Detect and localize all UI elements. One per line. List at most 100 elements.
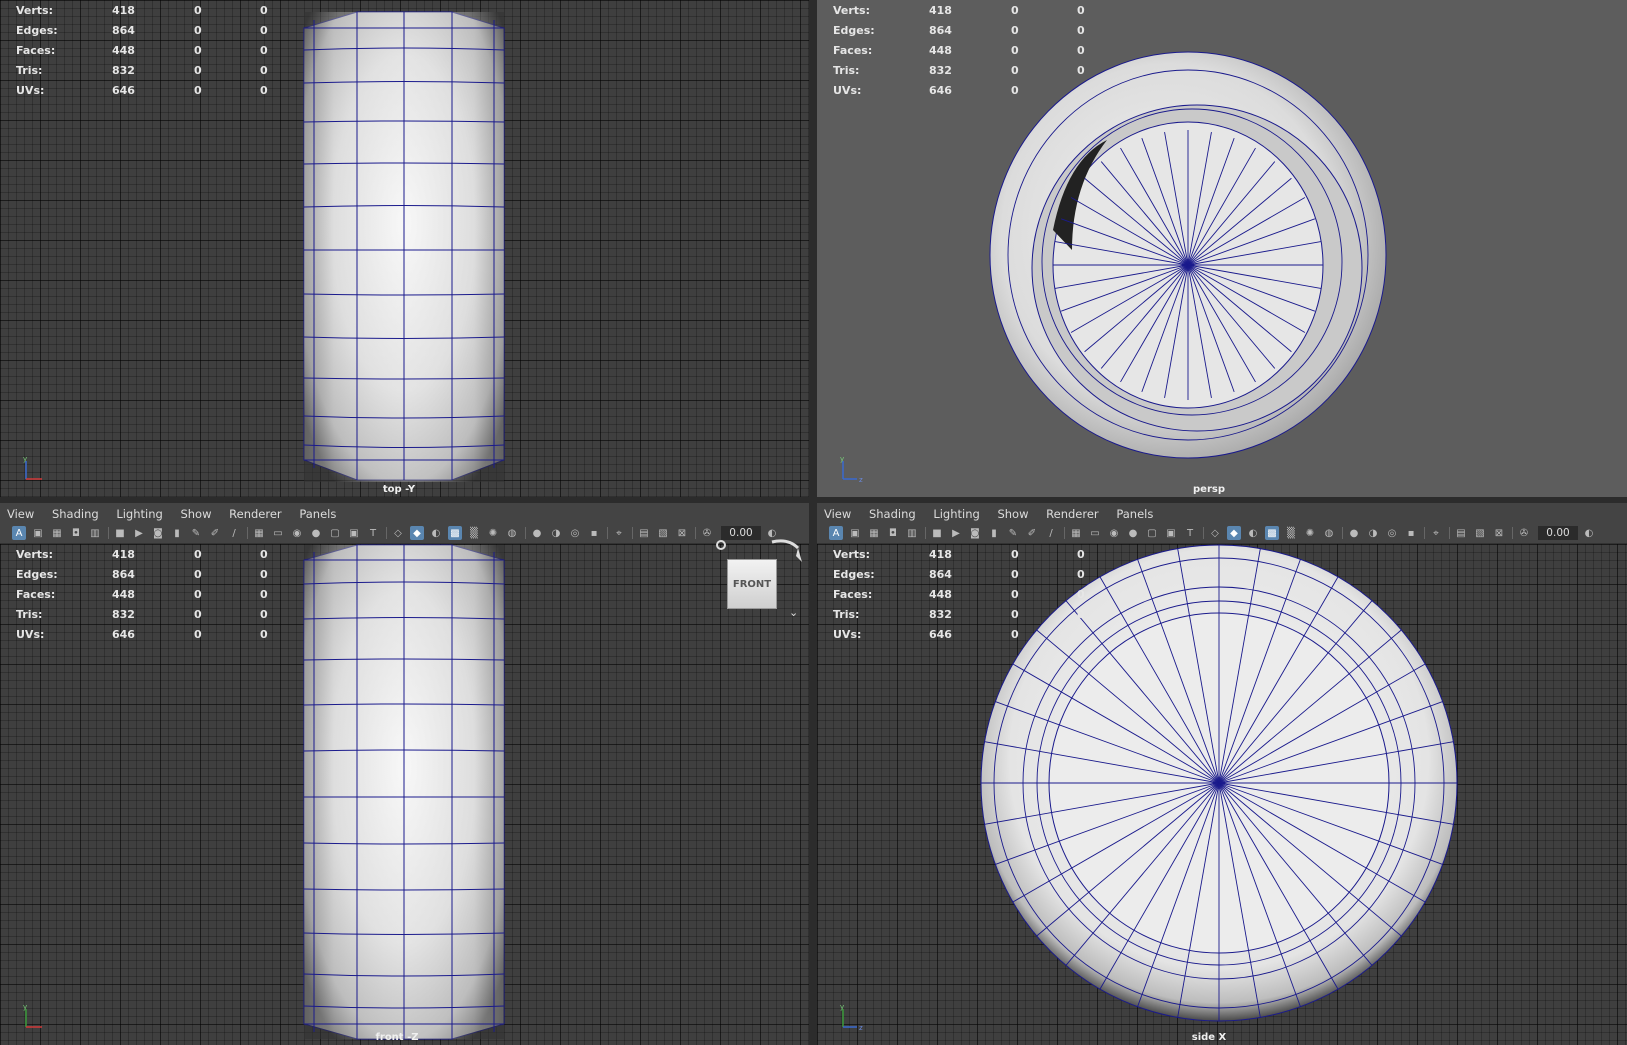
menu-view[interactable]: View [824, 503, 851, 521]
select-camera-icon[interactable]: A [12, 526, 26, 540]
camera-icon[interactable]: ■ [113, 526, 127, 540]
menu-panels[interactable]: Panels [1116, 503, 1153, 521]
bookmark-camera-icon[interactable]: ◙ [968, 526, 982, 540]
home-icon[interactable] [716, 540, 726, 550]
wireframe-icon[interactable]: ◇ [1208, 526, 1222, 540]
view-cube[interactable]: FRONT [727, 559, 777, 609]
resolution-gate-icon[interactable]: ◉ [1107, 526, 1121, 540]
menu-shading[interactable]: Shading [52, 503, 99, 521]
hud-row: Tris: 832 0 0 [833, 604, 1097, 624]
pencil-icon[interactable]: / [227, 526, 241, 540]
panel-divider-vertical[interactable] [809, 0, 817, 1045]
exposure-icon[interactable]: ✇ [1517, 526, 1531, 540]
menu-show[interactable]: Show [997, 503, 1028, 521]
resolution-gate-icon[interactable]: ◉ [290, 526, 304, 540]
isolate-select-icon[interactable]: ⌖ [1429, 526, 1443, 540]
film-gate-icon[interactable]: ▭ [1088, 526, 1102, 540]
motion-blur-icon[interactable]: ◑ [1366, 526, 1380, 540]
bounding-icon[interactable]: ⊠ [675, 526, 689, 540]
bookmark-camera-icon[interactable]: ◙ [151, 526, 165, 540]
wire-on-shaded-icon[interactable]: ▩ [448, 526, 462, 540]
gate-mask-icon[interactable]: ● [1126, 526, 1140, 540]
camera-label-front: front -Z [375, 1032, 419, 1043]
xray-icon[interactable]: ▒ [1284, 526, 1298, 540]
viewport-persp[interactable]: Verts: 418 0 0 Edges: 864 0 0 Faces: 448 0 0 Tris: 83… [817, 0, 1627, 497]
frame-icon[interactable]: ▣ [31, 526, 45, 540]
safe-action-icon[interactable]: ▣ [347, 526, 361, 540]
gamma-icon[interactable]: ◐ [1582, 526, 1596, 540]
menu-panels[interactable]: Panels [299, 503, 336, 521]
antialias-icon[interactable]: ◎ [1385, 526, 1399, 540]
smooth-shade-icon[interactable]: ◆ [410, 526, 424, 540]
ambient-occlusion-icon[interactable]: ● [530, 526, 544, 540]
exposure-value-field[interactable]: 0.00 [721, 526, 761, 540]
gate-mask-icon[interactable]: ● [309, 526, 323, 540]
2d-pan-icon[interactable]: ✎ [189, 526, 203, 540]
xray-active-icon[interactable]: ▧ [1473, 526, 1487, 540]
hud-row: UVs: 646 0 0 [833, 624, 1097, 644]
exposure-value-field[interactable]: 0.00 [1538, 526, 1578, 540]
exposure-icon[interactable]: ✇ [700, 526, 714, 540]
viewport-front[interactable]: View Shading Lighting Show Renderer Pane… [0, 503, 809, 1045]
menu-renderer[interactable]: Renderer [229, 503, 282, 521]
menu-shading[interactable]: Shading [869, 503, 916, 521]
field-chart-icon[interactable]: ▢ [328, 526, 342, 540]
safe-title-icon[interactable]: T [366, 526, 380, 540]
xray-icon[interactable]: ▒ [467, 526, 481, 540]
panel-divider-horizontal[interactable] [0, 497, 1627, 503]
menu-show[interactable]: Show [180, 503, 211, 521]
grid-toggle-icon[interactable]: ◘ [69, 526, 83, 540]
grease-pencil-icon[interactable]: ✐ [208, 526, 222, 540]
2d-pan-icon[interactable]: ✎ [1006, 526, 1020, 540]
isolate-select-icon[interactable]: ⌖ [612, 526, 626, 540]
field-chart-icon[interactable]: ▢ [1145, 526, 1159, 540]
image-plane-icon[interactable]: ▮ [170, 526, 184, 540]
camera-attrs-icon[interactable]: ▶ [949, 526, 963, 540]
antialias-icon[interactable]: ◎ [568, 526, 582, 540]
bounding-icon[interactable]: ⊠ [1492, 526, 1506, 540]
frame-icon[interactable]: ▣ [848, 526, 862, 540]
image-plane-icon[interactable]: ▮ [987, 526, 1001, 540]
xray-joints-icon[interactable]: ▤ [1454, 526, 1468, 540]
hud-v2: 0 [1011, 627, 1019, 641]
svg-text:y: y [23, 1003, 27, 1011]
shadows-icon[interactable]: ◍ [1322, 526, 1336, 540]
lighting-icon[interactable]: ◐ [429, 526, 443, 540]
ambient-occlusion-icon[interactable]: ● [1347, 526, 1361, 540]
grid-toggle-icon[interactable]: ◘ [886, 526, 900, 540]
depth-of-field-icon[interactable]: ▪ [1404, 526, 1418, 540]
camera-icon[interactable]: ■ [930, 526, 944, 540]
safe-title-icon[interactable]: T [1183, 526, 1197, 540]
xray-joints-icon[interactable]: ▤ [637, 526, 651, 540]
xray-active-icon[interactable]: ▧ [656, 526, 670, 540]
depth-of-field-icon[interactable]: ▪ [587, 526, 601, 540]
menu-renderer[interactable]: Renderer [1046, 503, 1099, 521]
toolbar-separator [925, 527, 926, 539]
wireframe-icon[interactable]: ◇ [391, 526, 405, 540]
smooth-shade-icon[interactable]: ◆ [1227, 526, 1241, 540]
safe-action-icon[interactable]: ▣ [1164, 526, 1178, 540]
grease-pencil-icon[interactable]: ✐ [1025, 526, 1039, 540]
grid-icon[interactable]: ▦ [252, 526, 266, 540]
grid-icon[interactable]: ▦ [1069, 526, 1083, 540]
menu-lighting[interactable]: Lighting [933, 503, 979, 521]
lights-icon[interactable]: ✺ [1303, 526, 1317, 540]
film-gate-icon[interactable]: ▭ [271, 526, 285, 540]
lights-icon[interactable]: ✺ [486, 526, 500, 540]
chevron-down-icon[interactable]: ⌄ [789, 606, 798, 619]
wire-on-shaded-icon[interactable]: ▩ [1265, 526, 1279, 540]
shot-icon[interactable]: ▦ [50, 526, 64, 540]
menu-lighting[interactable]: Lighting [116, 503, 162, 521]
viewport-top[interactable]: Verts: 418 0 0 Edges: 864 0 0 Faces: 448 0 0 Tris: 83… [0, 0, 809, 497]
camera-attrs-icon[interactable]: ▶ [132, 526, 146, 540]
motion-blur-icon[interactable]: ◑ [549, 526, 563, 540]
shadows-icon[interactable]: ◍ [505, 526, 519, 540]
layer-icon[interactable]: ▥ [88, 526, 102, 540]
layer-icon[interactable]: ▥ [905, 526, 919, 540]
pencil-icon[interactable]: / [1044, 526, 1058, 540]
viewport-side[interactable]: View Shading Lighting Show Renderer Pane… [817, 503, 1627, 1045]
select-camera-icon[interactable]: A [829, 526, 843, 540]
menu-view[interactable]: View [7, 503, 34, 521]
shot-icon[interactable]: ▦ [867, 526, 881, 540]
lighting-icon[interactable]: ◐ [1246, 526, 1260, 540]
